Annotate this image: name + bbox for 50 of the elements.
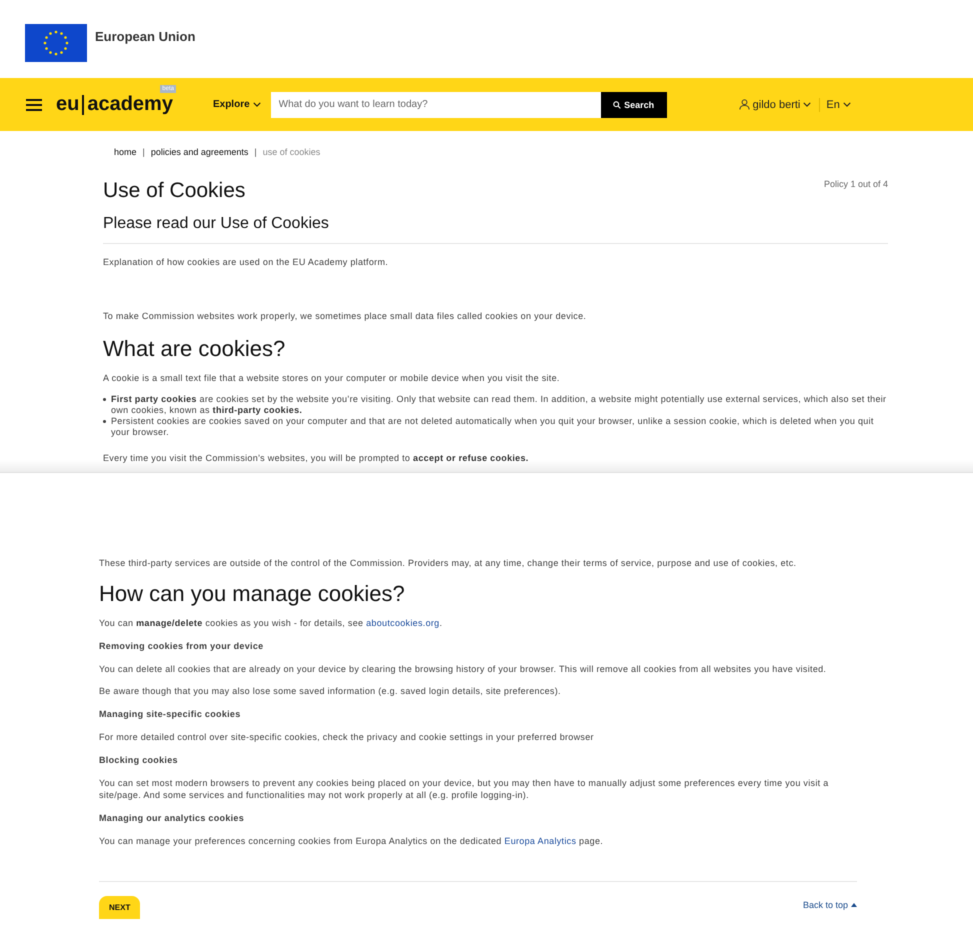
section-heading: How can you manage cookies? (99, 581, 406, 607)
search-button[interactable]: Search (600, 92, 667, 118)
subsection-heading: Blocking cookies (99, 755, 179, 765)
explore-menu[interactable]: Explore (212, 99, 261, 110)
paragraph: You can manage your preferences concerning cookies from Europa Analytics on the dedicated Europa Analytics page. (99, 835, 604, 847)
paragraph: To make Commission websites work properly, we sometimes place small data files called cookies on your device. (103, 310, 588, 322)
breadcrumb-link[interactable]: policies and agreements (150, 147, 248, 157)
subsection-heading: Removing cookies from your device (99, 641, 264, 651)
breadcrumb-link[interactable]: home (114, 147, 137, 157)
paragraph: You can set most modern browsers to prevent any cookies being placed on your device, but you may then have to manually adjust some preferences every time you visit a site/page. And some services and functionalities may not work properly at all (e.g. profile logging-in). (99, 777, 830, 801)
paragraph: These third-party services are outside of the control of the Commission. Providers may, at any time, change their terms of service, purpose and use of cookies, etc. (99, 557, 798, 569)
back-to-top-link[interactable]: Back to top (802, 900, 857, 910)
subsection-heading: Managing our analytics cookies (99, 813, 246, 823)
language-menu[interactable]: En (826, 98, 851, 110)
eu-flag-icon (25, 24, 87, 62)
search-field[interactable]: What do you want to learn today? (270, 92, 601, 118)
user-icon (738, 99, 750, 110)
subsection-heading: Managing site-specific cookies (99, 709, 242, 719)
chevron-down-icon (842, 102, 851, 107)
logo-divider (82, 94, 84, 114)
breadcrumb-link[interactable]: use of cookies (262, 147, 320, 157)
breadcrumb-separator: | (142, 147, 145, 157)
next-button[interactable]: NEXT (99, 896, 140, 919)
paragraph: A cookie is a small text file that a website stores on your computer or mobile device when you visit the site. (103, 372, 561, 384)
intro-text: Explanation of how cookies are used on the EU Academy platform. (103, 256, 390, 268)
caret-up-icon (851, 903, 857, 907)
paragraph: You can delete all cookies that are already on your device by clearing the browsing history of your browser. This will remove all cookies from all websites you have visited. (99, 663, 828, 675)
paragraph: Every time you visit the Commission’s websites, you will be prompted to accept or refuse cookies. (103, 452, 530, 464)
paragraph: Be aware though that you may also lose some saved information (e.g. saved login details, site preferences). (99, 685, 562, 697)
paragraph: You can manage/delete cookies as you wish - for details, see aboutcookies.org. (99, 617, 444, 629)
user-menu[interactable]: gildo berti (738, 98, 812, 110)
page-subtitle: Please read our Use of Cookies (103, 215, 330, 233)
policy-counter: Policy 1 out of 4 (824, 179, 888, 189)
search-icon (613, 100, 622, 108)
menu-icon[interactable] (26, 98, 42, 110)
bullet-icon (103, 420, 106, 423)
agency-name: European Union (95, 29, 196, 44)
paragraph: For more detailed control over site-specific cookies, check the privacy and cookie settings in your preferred browser (99, 731, 595, 743)
section-heading: What are cookies? (103, 336, 286, 362)
list-item: Persistent cookies are cookies saved on your computer and that are not deleted automatically when you quit your browser, unlike a session cookie, which is deleted when you quit your browser. (111, 416, 875, 438)
page-title: Use of Cookies (103, 179, 246, 203)
breadcrumb-separator: | (254, 147, 257, 157)
chevron-down-icon (252, 102, 261, 107)
logo-text[interactable]: eu (56, 93, 80, 116)
bullet-icon (103, 398, 106, 401)
list-item: First party cookies are cookies set by the website you’re visiting. Only that website can read them. In addition, a website might potentially use external services, which also set their own cookies, known as third-party cookies. (111, 394, 888, 416)
link[interactable]: Europa Analytics (504, 836, 576, 846)
link[interactable]: aboutcookies.org (366, 618, 440, 628)
logo-text[interactable]: academy (87, 93, 173, 116)
chevron-down-icon (803, 102, 812, 107)
